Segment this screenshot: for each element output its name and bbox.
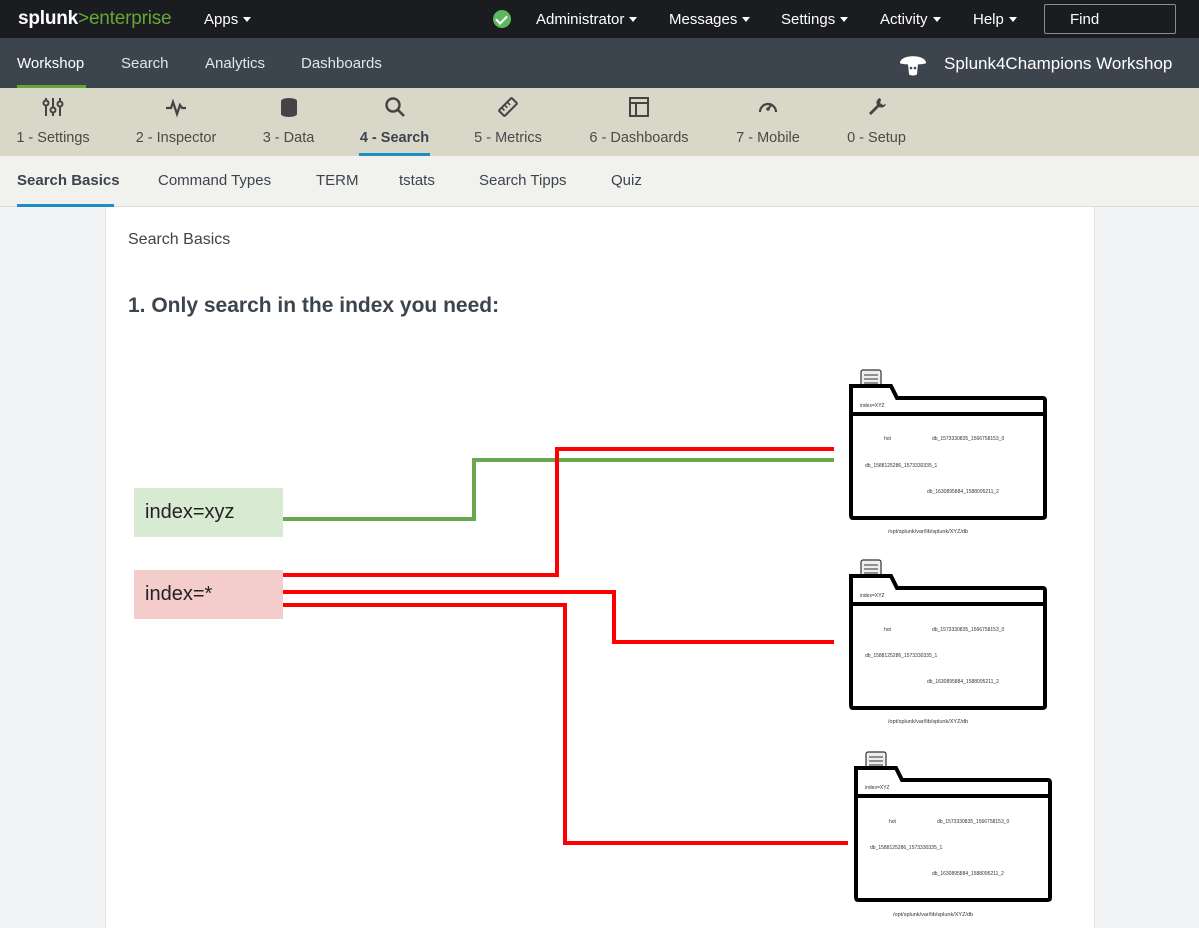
folder-3-bucket-1: db_1588125286_1573330335_1 bbox=[870, 845, 943, 851]
folder-1-tab-label: index=XYZ bbox=[860, 403, 885, 409]
folder-3-tab-label: index=XYZ bbox=[865, 785, 890, 791]
folder-1-path: /opt/splunk/var/lib/splunk/XYZ/db bbox=[888, 529, 968, 535]
folder-3-bucket-0: db_1573330835_1566758153_0 bbox=[937, 819, 1010, 825]
index-diagram: index=XYZ hot db_1573330835_1566758153_0… bbox=[283, 369, 1052, 918]
folder-2-bucket-2: db_1630895884_1588095211_2 bbox=[927, 679, 999, 685]
red-connector-line-2 bbox=[283, 590, 834, 644]
folder-2-path: /opt/splunk/var/lib/splunk/XYZ/db bbox=[888, 719, 968, 725]
folder-3-path: /opt/splunk/var/lib/splunk/XYZ/db bbox=[893, 912, 973, 918]
folder-2-bucket-hot: hot bbox=[884, 627, 892, 633]
folder-2-bucket-1: db_1588125286_1573330335_1 bbox=[865, 653, 938, 659]
folder-1-bucket-2: db_1630895884_1588095211_2 bbox=[927, 489, 999, 495]
index-folder-3 bbox=[854, 751, 1052, 902]
folder-3-bucket-hot: hot bbox=[889, 819, 897, 825]
index-xyz-box: index=xyz bbox=[134, 488, 283, 537]
index-all-box: index=* bbox=[134, 570, 283, 619]
folder-1-bucket-1: db_1588125286_1573330335_1 bbox=[865, 463, 938, 469]
index-folder-1 bbox=[849, 369, 1047, 520]
folder-2-tab-label: index=XYZ bbox=[860, 593, 885, 599]
index-folder-2 bbox=[849, 559, 1047, 710]
folder-3-bucket-2: db_1630895884_1588095211_2 bbox=[932, 871, 1004, 877]
folder-1-bucket-0: db_1573330835_1566758153_0 bbox=[932, 436, 1005, 442]
red-connector-line-1 bbox=[283, 447, 834, 577]
folder-1-bucket-hot: hot bbox=[884, 436, 892, 442]
folder-2-bucket-0: db_1573330835_1566758153_0 bbox=[932, 627, 1005, 633]
